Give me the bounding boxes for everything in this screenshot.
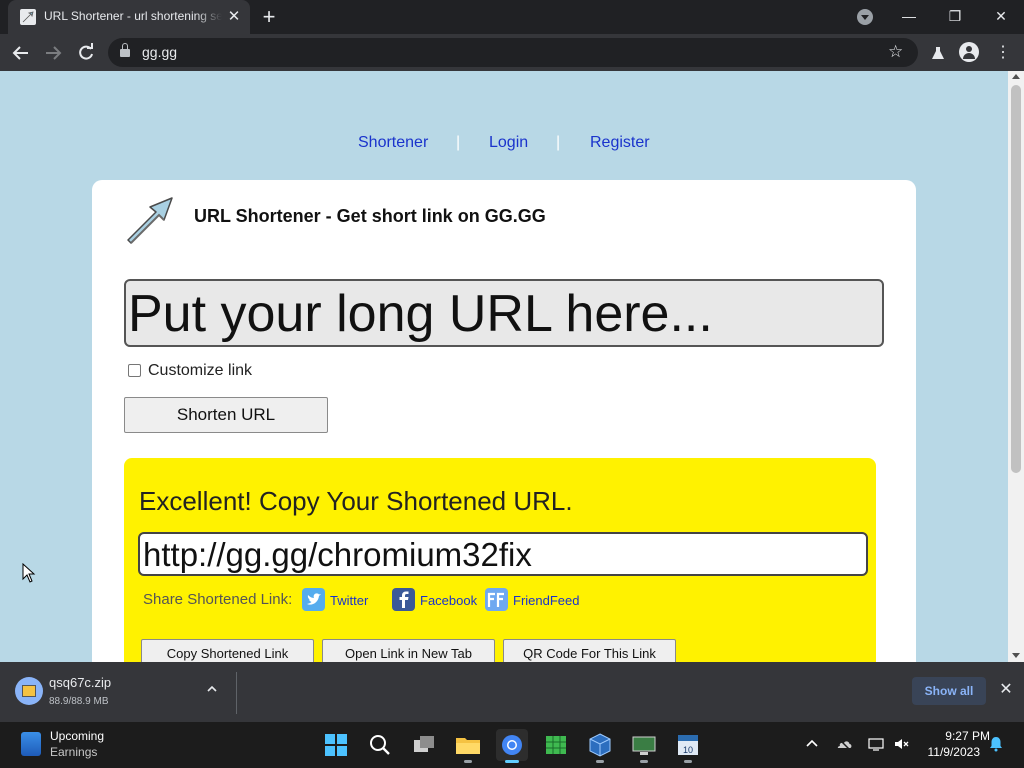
result-panel: Excellent! Copy Your Shortened URL. http…: [124, 458, 876, 662]
close-window-button[interactable]: ✕: [986, 4, 1016, 28]
result-heading: Excellent! Copy Your Shortened URL.: [139, 486, 573, 516]
friendfeed-icon[interactable]: [485, 588, 508, 611]
address-bar[interactable]: gg.gg ☆: [108, 38, 918, 67]
svg-text:10: 10: [683, 745, 693, 755]
tab-title: URL Shortener - url shortening service: [44, 9, 222, 23]
lock-icon[interactable]: [120, 43, 130, 57]
new-tab-button[interactable]: +: [258, 6, 280, 28]
address-text[interactable]: gg.gg: [142, 44, 177, 60]
browser-toolbar: gg.gg ☆ ⋮: [0, 34, 1024, 71]
browser-menu-icon[interactable]: ⋮: [991, 40, 1015, 66]
download-divider: [236, 672, 237, 714]
scroll-thumb[interactable]: [1011, 85, 1021, 473]
start-windows-icon[interactable]: [320, 729, 352, 761]
arrow-logo-icon: [122, 194, 174, 246]
onedrive-cloud-icon[interactable]: [835, 735, 853, 753]
customize-link-checkbox[interactable]: [128, 364, 141, 377]
shortener-card: URL Shortener - Get short link on GG.GG …: [92, 180, 916, 662]
search-icon[interactable]: [364, 729, 396, 761]
scroll-up-arrow-icon[interactable]: [1012, 74, 1020, 79]
virtualbox-icon[interactable]: [584, 729, 616, 763]
open-link-new-tab-button[interactable]: Open Link in New Tab: [322, 639, 495, 662]
tray-overflow-chevron-icon[interactable]: [803, 735, 821, 753]
reload-icon[interactable]: [73, 40, 99, 66]
clock-time[interactable]: 9:27 PM: [930, 729, 990, 743]
profile-avatar-icon[interactable]: [959, 42, 979, 62]
short-url-field[interactable]: http://gg.gg/chromium32fix: [138, 532, 868, 576]
qr-code-button[interactable]: QR Code For This Link: [503, 639, 676, 662]
page-viewport: Shortener | Login | Register URL Shorten…: [0, 71, 1008, 662]
copy-shortened-link-button[interactable]: Copy Shortened Link: [141, 639, 314, 662]
customize-link-label[interactable]: Customize link: [148, 362, 252, 380]
volume-muted-icon[interactable]: [893, 735, 911, 753]
facebook-icon[interactable]: [392, 588, 415, 611]
forward-arrow-icon[interactable]: [40, 40, 66, 66]
close-download-bar-icon[interactable]: ✕: [996, 680, 1016, 700]
short-url-value[interactable]: http://gg.gg/chromium32fix: [143, 536, 532, 574]
widget-subtitle[interactable]: Earnings: [50, 745, 97, 759]
zip-file-icon[interactable]: [15, 677, 43, 705]
chevron-up-icon[interactable]: [205, 682, 219, 696]
shorten-url-button[interactable]: Shorten URL: [124, 397, 328, 433]
clock-date[interactable]: 11/9/2023: [918, 745, 981, 759]
share-friendfeed-label[interactable]: FriendFeed: [513, 593, 579, 608]
nav-separator: |: [456, 134, 461, 151]
network-icon[interactable]: [867, 735, 885, 753]
share-facebook-label[interactable]: Facebook: [420, 593, 477, 608]
scroll-down-arrow-icon[interactable]: [1012, 653, 1020, 658]
site-favicon-icon: [20, 9, 36, 25]
back-arrow-icon[interactable]: [8, 40, 34, 66]
page-scrollbar[interactable]: [1008, 71, 1024, 662]
widget-title[interactable]: Upcoming: [50, 729, 104, 743]
show-all-button[interactable]: Show all: [912, 677, 986, 705]
browser-tab[interactable]: URL Shortener - url shortening service ✕: [8, 0, 250, 34]
tab-search-icon[interactable]: [857, 9, 873, 25]
minimize-button[interactable]: —: [894, 4, 924, 28]
long-url-placeholder: Put your long URL here...: [128, 285, 713, 343]
notification-bell-icon[interactable]: [987, 735, 1005, 753]
nav-login-link[interactable]: Login: [489, 134, 528, 152]
download-filename[interactable]: qsq67c.zip: [49, 675, 111, 690]
share-twitter-label[interactable]: Twitter: [330, 593, 368, 608]
nav-shortener-link[interactable]: Shortener: [358, 134, 428, 152]
top-navigation: Shortener | Login | Register: [0, 134, 1008, 156]
download-size: 88.9/88.9 MB: [49, 696, 109, 707]
remote-desktop-icon[interactable]: [628, 729, 660, 763]
spreadsheet-app-icon[interactable]: [540, 729, 572, 761]
mouse-cursor-icon: [22, 562, 36, 588]
file-explorer-icon[interactable]: [452, 729, 484, 763]
nav-register-link[interactable]: Register: [590, 134, 650, 152]
task-view-icon[interactable]: [408, 729, 440, 761]
long-url-input[interactable]: Put your long URL here...: [124, 279, 884, 347]
bookmark-star-icon[interactable]: ☆: [888, 42, 903, 62]
share-label: Share Shortened Link:: [143, 591, 293, 608]
page-title: URL Shortener - Get short link on GG.GG: [194, 206, 546, 226]
calendar-app-icon[interactable]: 10: [672, 729, 704, 763]
download-bar: qsq67c.zip 88.9/88.9 MB Show all ✕: [0, 662, 1024, 722]
labs-flask-icon[interactable]: [926, 40, 950, 66]
chrome-icon[interactable]: [496, 729, 528, 763]
windows-taskbar: Upcoming Earnings 10 9:27 PM 11/9/2023: [0, 722, 1024, 768]
twitter-icon[interactable]: [302, 588, 325, 611]
tab-strip: URL Shortener - url shortening service ✕…: [0, 0, 1024, 34]
widgets-icon[interactable]: [21, 732, 41, 756]
maximize-button[interactable]: ❐: [940, 4, 970, 28]
nav-separator: |: [556, 134, 561, 151]
tab-close-icon[interactable]: ✕: [226, 9, 242, 25]
